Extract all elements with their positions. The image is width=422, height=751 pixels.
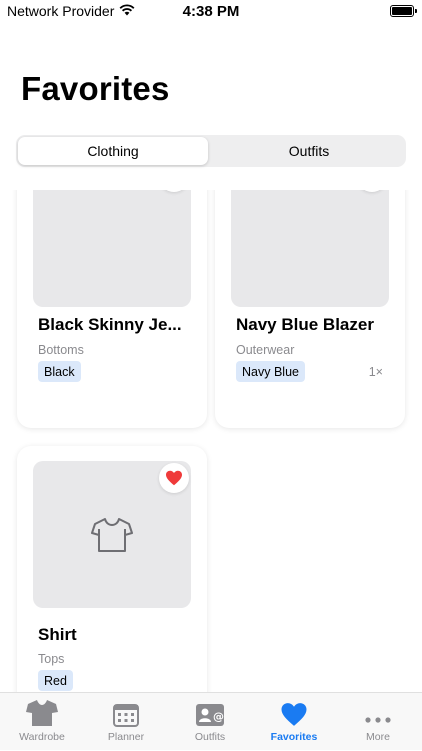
wear-count: 1× xyxy=(368,365,383,379)
item-category: Bottoms xyxy=(38,343,84,357)
svg-text:@: @ xyxy=(213,710,224,723)
segmented-control: Clothing Outfits xyxy=(16,135,406,167)
segment-clothing[interactable]: Clothing xyxy=(18,137,208,165)
item-name: Shirt xyxy=(38,625,77,644)
contact-card-icon: @ xyxy=(195,693,225,727)
page-title: Favorites xyxy=(21,70,170,107)
item-category: Tops xyxy=(38,652,65,666)
tab-planner[interactable]: Planner xyxy=(84,693,168,751)
tab-label: Outfits xyxy=(194,731,226,743)
item-card[interactable]: Navy Blue Blazer Outerwear Navy Blue 1× xyxy=(215,190,405,428)
item-card[interactable]: Shirt Tops Red xyxy=(17,446,207,692)
favorite-toggle[interactable] xyxy=(159,190,189,192)
item-name: Navy Blue Blazer xyxy=(236,315,374,334)
tab-wardrobe[interactable]: Wardrobe xyxy=(0,693,84,751)
calendar-icon xyxy=(113,693,139,727)
tshirt-icon xyxy=(91,517,133,558)
item-card[interactable]: Black Skinny Je... Bottoms Black xyxy=(17,190,207,428)
tshirt-icon xyxy=(26,693,58,727)
item-category: Outerwear xyxy=(236,343,295,357)
tab-label: Planner xyxy=(107,731,145,743)
tab-label: Favorites xyxy=(270,731,318,743)
color-tag: Black xyxy=(38,361,81,382)
ellipsis-icon xyxy=(364,693,392,727)
tab-label: Wardrobe xyxy=(19,731,65,743)
item-image xyxy=(33,461,191,608)
color-tag: Red xyxy=(38,670,73,691)
heart-icon xyxy=(280,693,308,727)
segment-outfits[interactable]: Outfits xyxy=(214,137,404,165)
tab-more[interactable]: More xyxy=(336,693,420,751)
favorite-toggle[interactable] xyxy=(159,463,189,493)
status-bar: Network Provider 4:38 PM xyxy=(0,0,422,24)
item-name: Black Skinny Je... xyxy=(38,315,182,334)
tab-bar: Wardrobe Planner @ Outfits Favorites Mor… xyxy=(0,692,422,750)
battery-icon xyxy=(390,5,417,17)
heart-icon xyxy=(166,470,182,486)
favorites-grid[interactable]: Black Skinny Je... Bottoms Black Navy Bl… xyxy=(0,190,422,692)
item-image xyxy=(33,190,191,307)
item-image xyxy=(231,190,389,307)
status-time: 4:38 PM xyxy=(182,3,240,20)
favorite-toggle[interactable] xyxy=(357,190,387,192)
tab-label: More xyxy=(366,731,390,743)
tab-favorites[interactable]: Favorites xyxy=(252,693,336,751)
color-tag: Navy Blue xyxy=(236,361,305,382)
tab-outfits[interactable]: @ Outfits xyxy=(168,693,252,751)
